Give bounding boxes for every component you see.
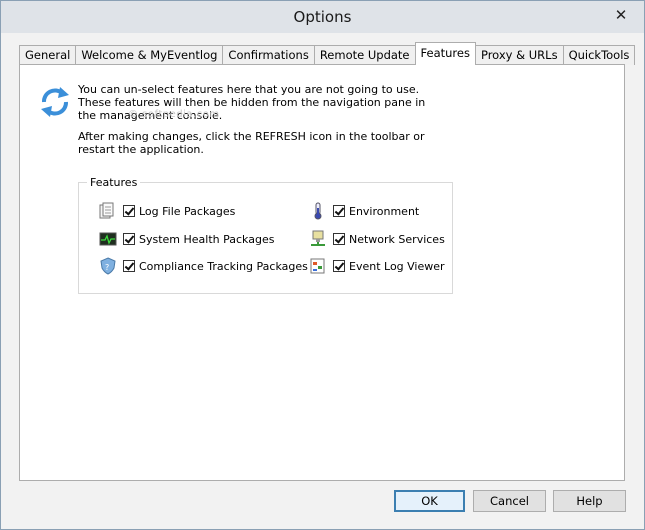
tab-remote-update[interactable]: Remote Update bbox=[313, 45, 416, 65]
tab-confirmations[interactable]: Confirmations bbox=[222, 45, 315, 65]
network-services-label: Network Services bbox=[349, 232, 445, 246]
network-computer-icon bbox=[309, 230, 327, 248]
system-health-icon bbox=[99, 230, 117, 248]
event-log-viewer-checkbox[interactable] bbox=[333, 260, 345, 272]
feature-environment[interactable]: Environment bbox=[309, 202, 419, 220]
ok-button[interactable]: OK bbox=[394, 490, 465, 512]
tab-strip: General Welcome & MyEventlog Confirmatio… bbox=[19, 42, 636, 65]
features-tab-panel: You can un-select features here that you… bbox=[19, 64, 625, 481]
feature-event-log-viewer[interactable]: Event Log Viewer bbox=[309, 257, 445, 275]
feature-compliance-tracking-packages[interactable]: ? Compliance Tracking Packages bbox=[99, 257, 308, 275]
tab-features[interactable]: Features bbox=[414, 42, 476, 65]
compliance-tracking-packages-checkbox[interactable] bbox=[123, 260, 135, 272]
compliance-tracking-packages-label: Compliance Tracking Packages bbox=[139, 259, 308, 273]
refresh-instructions: After making changes, click the REFRESH … bbox=[78, 130, 425, 156]
event-log-icon bbox=[309, 257, 327, 275]
features-group: Features Log File Packages System Health… bbox=[78, 176, 453, 294]
cancel-button[interactable]: Cancel bbox=[473, 490, 546, 512]
event-log-viewer-label: Event Log Viewer bbox=[349, 259, 445, 273]
feature-network-services[interactable]: Network Services bbox=[309, 230, 445, 248]
window-title: Options bbox=[293, 8, 352, 26]
log-file-packages-checkbox[interactable] bbox=[123, 205, 135, 217]
help-button[interactable]: Help bbox=[553, 490, 626, 512]
features-group-legend: Features bbox=[87, 176, 141, 189]
svg-text:?: ? bbox=[105, 263, 109, 272]
close-icon[interactable]: ✕ bbox=[608, 5, 634, 25]
feature-system-health-packages[interactable]: System Health Packages bbox=[99, 230, 274, 248]
refresh-icon bbox=[41, 87, 69, 117]
compliance-shield-icon: ? bbox=[99, 257, 117, 275]
system-health-packages-checkbox[interactable] bbox=[123, 233, 135, 245]
options-dialog: Options ✕ General Welcome & MyEventlog C… bbox=[0, 0, 645, 530]
log-file-icon bbox=[99, 202, 117, 220]
tab-proxy-urls[interactable]: Proxy & URLs bbox=[474, 45, 564, 65]
tab-quicktools[interactable]: QuickTools bbox=[562, 45, 636, 65]
network-services-checkbox[interactable] bbox=[333, 233, 345, 245]
system-health-packages-label: System Health Packages bbox=[139, 232, 275, 246]
tab-general[interactable]: General bbox=[19, 45, 77, 65]
environment-label: Environment bbox=[349, 204, 420, 218]
feature-log-file-packages[interactable]: Log File Packages bbox=[99, 202, 235, 220]
environment-checkbox[interactable] bbox=[333, 205, 345, 217]
tab-welcome-myeventlog[interactable]: Welcome & MyEventlog bbox=[75, 45, 224, 65]
thermometer-icon bbox=[309, 202, 327, 220]
title-bar: Options ✕ bbox=[1, 1, 644, 33]
log-file-packages-label: Log File Packages bbox=[139, 204, 236, 218]
watermark: © softpedia.com bbox=[128, 109, 220, 120]
